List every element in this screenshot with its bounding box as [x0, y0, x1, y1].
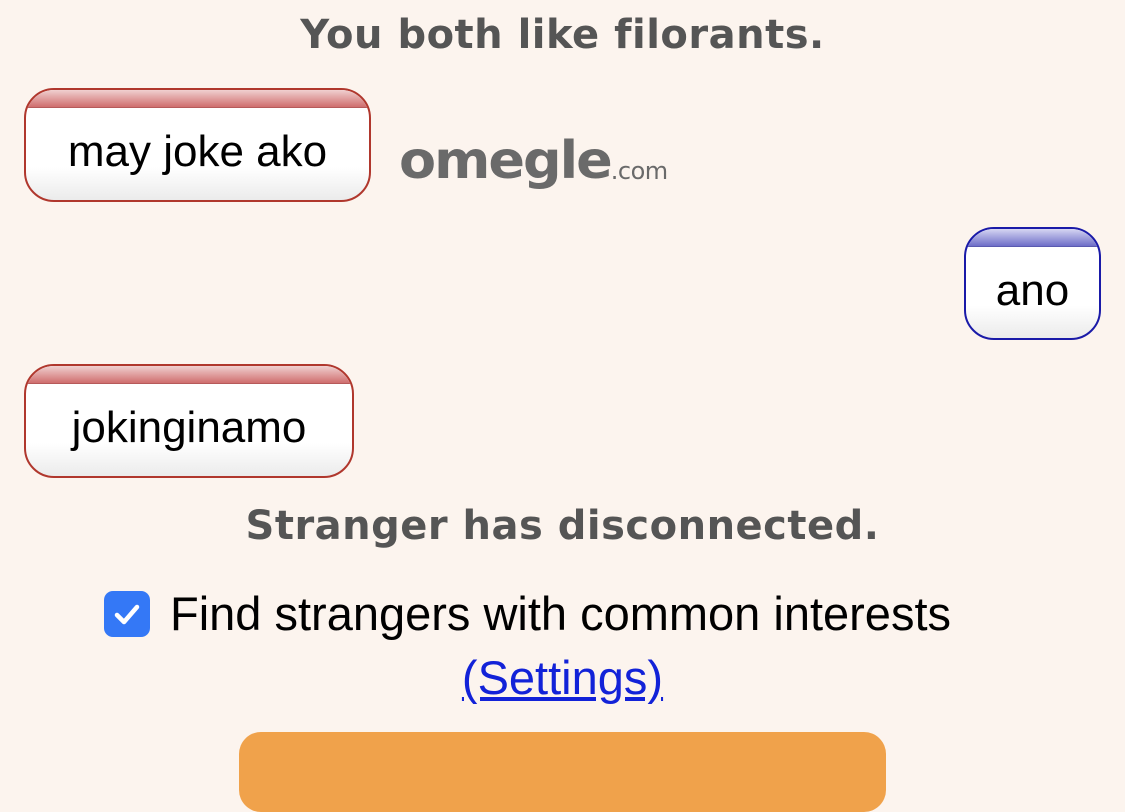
settings-link-row: (Settings)	[0, 650, 1125, 705]
logo-word: omegle	[399, 130, 613, 191]
common-interests-notice: You both like filorants.	[300, 12, 825, 58]
disconnect-notice: Stranger has disconnected.	[245, 503, 880, 549]
logo-tld: .com	[610, 157, 668, 185]
new-chat-button[interactable]	[239, 732, 886, 812]
common-interests-checkbox[interactable]	[104, 590, 150, 637]
common-interests-option: Find strangers with common interests	[104, 586, 951, 641]
settings-link[interactable]: (Settings)	[462, 651, 663, 704]
stranger-message: may joke ako	[24, 88, 371, 202]
common-interests-label: Find strangers with common interests	[170, 587, 952, 640]
stranger-message: jokinginamo	[24, 364, 354, 478]
omegle-logo: omegle.com	[399, 134, 668, 188]
you-message: ano	[964, 227, 1101, 340]
message-text: ano	[995, 265, 1070, 315]
checkmark-icon	[114, 604, 140, 624]
message-text: jokinginamo	[71, 403, 307, 452]
message-text: may joke ako	[67, 127, 328, 176]
